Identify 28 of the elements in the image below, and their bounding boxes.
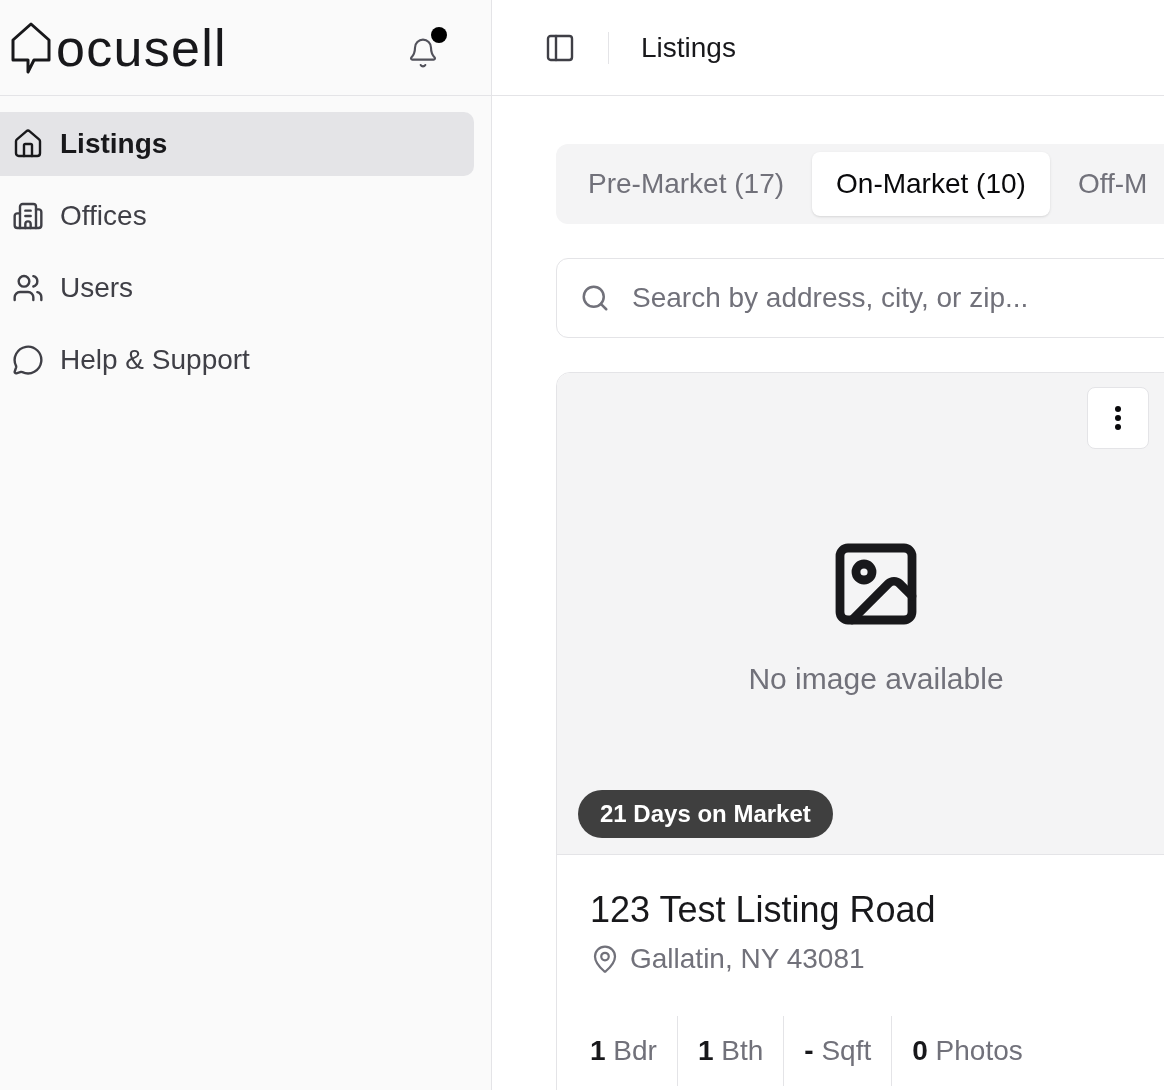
search-icon <box>580 283 610 313</box>
nav-item[interactable]: Users <box>0 256 474 320</box>
no-image-text: No image available <box>748 661 1004 697</box>
listing-stat: 0 Photos <box>891 1016 1043 1086</box>
nav-item[interactable]: Listings <box>0 112 474 176</box>
tab[interactable]: Pre-Market (17) <box>564 152 809 216</box>
listing-card[interactable]: No image available 21 Days on Market 123 Test Listing Road Gallatin, NY 43081 1 Bdr 1 Bth - Sqft 0 Photos <box>556 372 1164 1090</box>
building-icon <box>12 200 44 232</box>
bell-icon <box>407 36 439 69</box>
tab[interactable]: Off-M <box>1053 152 1164 216</box>
listing-stat: 1 Bdr <box>590 1034 658 1068</box>
more-icon <box>1115 406 1121 430</box>
listing-location: Gallatin, NY 43081 <box>630 942 865 976</box>
chat-bubble-icon <box>12 344 44 376</box>
notifications-button[interactable] <box>407 26 447 69</box>
listing-stat: - Sqft <box>783 1016 892 1086</box>
more-options-button[interactable] <box>1087 387 1149 449</box>
search-field[interactable]: Search by address, city, or zip... <box>556 258 1164 338</box>
users-icon <box>12 272 44 304</box>
nav-item[interactable]: Offices <box>0 184 474 248</box>
listing-stat: 1 Bth <box>676 1016 784 1086</box>
days-on-market-badge: 21 Days on Market <box>578 790 833 838</box>
home-icon <box>12 128 44 160</box>
nav-item[interactable]: Help & Support <box>0 328 474 392</box>
page-title: Listings <box>641 30 736 65</box>
logo-text: ocusell <box>56 21 227 74</box>
tab[interactable]: On-Market (10) <box>812 152 1050 216</box>
listing-title: 123 Test Listing Road <box>590 888 937 932</box>
